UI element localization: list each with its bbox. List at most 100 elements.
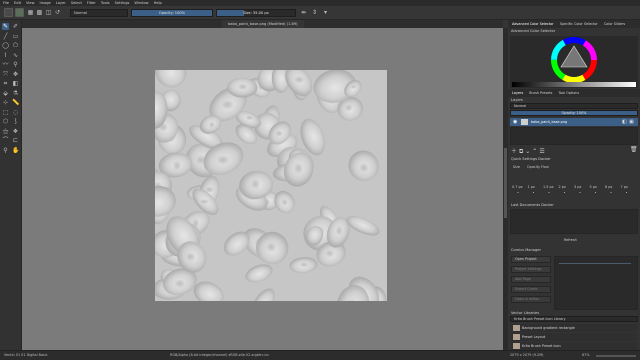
layer-lock-icon[interactable]: ▣ [629,119,634,125]
document-image[interactable] [155,70,387,301]
comics-add-page-button[interactable]: Add Page [511,276,551,283]
document-tab[interactable]: baba_paint_base.png (Modified) (1.89) [222,20,304,28]
contiguous-select-tool-icon[interactable]: ⚝ [2,128,9,135]
last-documents-list[interactable] [510,209,638,234]
reload-preset-icon[interactable]: ↺ [54,9,61,16]
freehand-path-tool-icon[interactable]: 〰 [2,61,9,68]
layer-actions-icons[interactable]: ＋⧉⌄⌃☰ [511,146,547,156]
quick-size-item[interactable]: 1.5 px [543,185,554,189]
eraser-mode-icon[interactable]: ◫ [45,9,52,16]
quick-size-item[interactable]: 6 px [605,185,612,189]
mirror-vertical-icon[interactable]: ⇕ [311,9,318,16]
zoom-tool-icon[interactable]: ⚲ [2,147,9,154]
quick-size-dot: • [610,191,612,195]
crop-tool-icon[interactable]: ⌗ [2,80,9,87]
opacity-slider[interactable]: Opacity: 100% [131,9,213,17]
menu-window[interactable]: Window [134,1,148,5]
quick-tab-flow[interactable]: Flow [541,165,549,169]
rectangle-tool-icon[interactable]: ▭ [12,33,19,40]
bezier-select-tool-icon[interactable]: ⌒ [2,137,9,144]
refresh-button[interactable]: Refresh [564,238,577,242]
quick-size-item[interactable]: 0.7 px [512,185,523,189]
tab-color-sliders[interactable]: Color Sliders [604,22,625,26]
layer-opacity-slider[interactable]: Opacity: 100% [510,110,638,116]
quick-tab-opacity[interactable]: Opacity [527,165,540,169]
similar-select-tool-icon[interactable]: ❖ [12,128,19,135]
comics-pages-area[interactable] [554,256,638,310]
wrap-around-icon[interactable]: ▾ [322,9,329,16]
menu-settings[interactable]: Settings [115,1,130,5]
quick-size-item[interactable]: 5 px [590,185,597,189]
vector-preset-item[interactable]: Krita Brush Preset Icon [511,342,637,350]
zoom-slider[interactable] [596,355,636,357]
rect-select-tool-icon[interactable]: ⬚ [2,109,9,116]
tab-specific-color-selector[interactable]: Specific Color Selector [560,22,598,26]
gradient-tool-icon[interactable]: ◧ [12,80,19,87]
magnetic-select-tool-icon[interactable]: ⊏ [12,137,19,144]
fill-tool-icon[interactable]: ⬙ [2,90,9,97]
canvas-area[interactable] [22,28,503,350]
dynamic-brush-tool-icon[interactable]: ⚲ [12,61,19,68]
quick-size-item[interactable]: 1 px [528,185,535,189]
visibility-eye-icon[interactable]: ◉ [513,119,517,125]
layers-list-area[interactable] [510,127,638,145]
menu-help[interactable]: Help [154,1,162,5]
ellipse-tool-icon[interactable]: ◯ [2,42,9,49]
ellipse-select-tool-icon[interactable]: ◌ [12,109,19,116]
mirror-horizontal-icon[interactable]: ⇹ [300,9,307,16]
freehand-tool-icon[interactable]: ✐ [12,23,19,30]
polyline-tool-icon[interactable]: ⌇ [2,52,9,59]
menu-layer[interactable]: Layer [56,1,66,5]
poly-select-tool-icon[interactable]: ⬡ [2,118,9,125]
texture-pit [336,225,343,236]
comics-export-comic-button[interactable]: Export Comic [511,286,551,293]
layer-blend-select[interactable]: Normal [510,103,638,109]
blend-mode-select[interactable]: Normal [70,9,128,17]
tab-advanced-color-selector[interactable]: Advanced Color Selector [512,22,554,26]
menu-filter[interactable]: Filter [87,1,96,5]
menu-select[interactable]: Select [71,1,82,5]
menu-view[interactable]: View [26,1,35,5]
line-tool-icon[interactable]: ╱ [2,33,9,40]
gradient-icon[interactable]: ▦ [27,9,34,16]
menu-tools[interactable]: Tools [101,1,110,5]
comics-open-project-button[interactable]: Open Project [511,256,551,263]
assistant-tool-icon[interactable]: ⊹ [2,99,9,106]
scroll-thumb[interactable] [504,148,507,218]
measure-tool-icon[interactable]: 📏 [12,99,19,106]
comics-open-in-editor-button[interactable]: Open in editor [511,296,551,303]
free-select-tool-icon[interactable]: ⟆ [12,118,19,125]
quick-size-item[interactable]: 7 px [621,185,628,189]
color-picker-tool-icon[interactable]: ⚗ [12,90,19,97]
menu-edit[interactable]: Edit [14,1,21,5]
vector-library-select[interactable]: Krita Brush Preset Icon Library [510,316,638,322]
tab-layers[interactable]: Layers [512,91,523,95]
move-tool-icon[interactable]: ✥ [12,71,19,78]
bezier-tool-icon[interactable]: ∿ [12,52,19,59]
polygon-tool-icon[interactable]: ⬠ [12,42,19,49]
color-wheel[interactable] [510,36,638,88]
size-slider[interactable]: Size: 35.00 px [216,9,296,17]
transform-tool-icon[interactable]: ⤧ [2,71,9,78]
layer-row[interactable]: ◉ baba_paint_base.png ◧ ▣ [510,118,638,126]
delete-layer-icon[interactable]: 🗑 [630,146,638,153]
tab-brush-presets[interactable]: Brush Presets [529,91,552,95]
brush-preset-icon[interactable] [15,8,24,17]
tab-tool-options[interactable]: Tool Options [558,91,579,95]
new-document-icon[interactable] [4,8,13,17]
multibrush-tool-icon[interactable]: ✎ [2,23,9,30]
vector-preset-item[interactable]: Preset Layout [511,333,637,341]
alpha-lock-icon[interactable]: ◧ [622,119,627,125]
quick-size-item[interactable]: 2 px [559,185,566,189]
vector-preset-item[interactable]: Background gradient rectangle [511,324,637,332]
menu-file[interactable]: File [3,1,9,5]
menu-image[interactable]: Image [40,1,51,5]
quick-size-item[interactable]: 3 px [574,185,581,189]
status-zoom[interactable]: 67% [582,353,590,357]
comics-project-settings-button[interactable]: Project Settings [511,266,551,273]
texture-pit [216,155,230,165]
pattern-icon[interactable]: ▩ [36,9,43,16]
color-selector[interactable] [510,36,638,88]
quick-tab-size[interactable]: Size [513,165,520,169]
pan-tool-icon[interactable]: ✋ [12,147,19,154]
